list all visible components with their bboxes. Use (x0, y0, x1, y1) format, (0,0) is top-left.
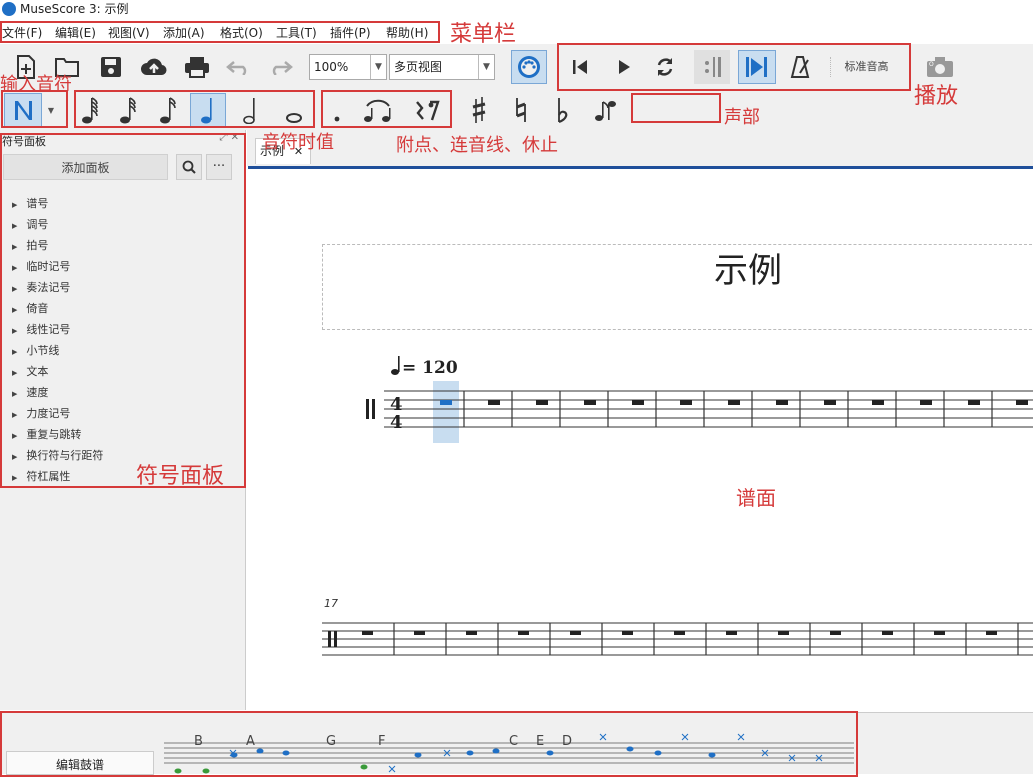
annotation-score-area: 谱面 (736, 486, 776, 510)
annotation-box-dots-ties-rests (321, 90, 452, 128)
musescore-logo-icon (2, 2, 16, 16)
staff-system-2[interactable] (322, 615, 1033, 665)
tempo-marking[interactable]: = 120 (390, 355, 458, 378)
annotation-playback: 播放 (914, 84, 959, 109)
annotation-palette: 符号面板 (136, 464, 225, 489)
flip-direction-icon[interactable] (588, 93, 624, 127)
annotation-dots-ties-rests: 附点、连音线、休止 (396, 135, 558, 156)
measure-number: 17 (324, 597, 338, 610)
annotation-voice: 声部 (724, 107, 760, 128)
annotation-box-palette (0, 133, 246, 488)
annotation-input-note: 输入音符 (0, 74, 72, 95)
annotation-box-drumset (0, 711, 858, 777)
flat-icon[interactable] (546, 93, 580, 127)
annotation-box-duration (74, 90, 315, 128)
zoom-value: 100% (314, 60, 349, 74)
staff-system-1[interactable]: 4 4 (356, 379, 1033, 449)
zoom-select[interactable]: 100% ▼ (309, 54, 387, 80)
annotation-duration: 音符时值 (262, 132, 334, 153)
print-icon[interactable] (181, 52, 213, 82)
title-bar: MuseScore 3: 示例 (0, 0, 1033, 18)
annotation-box-playback (557, 43, 911, 91)
save-icon[interactable] (96, 52, 126, 82)
natural-icon[interactable] (504, 93, 538, 127)
quarter-note-icon (391, 356, 400, 375)
view-mode-value: 多页视图 (394, 60, 443, 74)
svg-text:O: O (929, 61, 934, 68)
undo-icon[interactable] (223, 52, 253, 82)
score-tab-bar: 示例 ✕ (247, 130, 1033, 166)
view-mode-select[interactable]: 多页视图 ▼ (389, 54, 495, 80)
redo-icon[interactable] (266, 52, 296, 82)
annotation-box-voice (631, 93, 721, 123)
cloud-upload-icon[interactable] (138, 52, 170, 82)
annotation-menubar: 菜单栏 (450, 22, 517, 47)
window-title: MuseScore 3: 示例 (20, 2, 129, 16)
chevron-down-icon: ▼ (370, 55, 386, 79)
title-frame[interactable] (322, 244, 1033, 330)
annotation-box-menubar (0, 21, 440, 43)
chevron-down-icon: ▼ (478, 55, 494, 79)
midi-input-icon[interactable] (511, 50, 547, 84)
tempo-value: = 120 (402, 358, 458, 378)
score-title[interactable]: 示例 (714, 243, 782, 292)
svg-text:4: 4 (390, 412, 403, 433)
sharp-icon[interactable] (462, 93, 496, 127)
score-view[interactable]: 示例 = 120 4 4 17 (248, 166, 1033, 710)
